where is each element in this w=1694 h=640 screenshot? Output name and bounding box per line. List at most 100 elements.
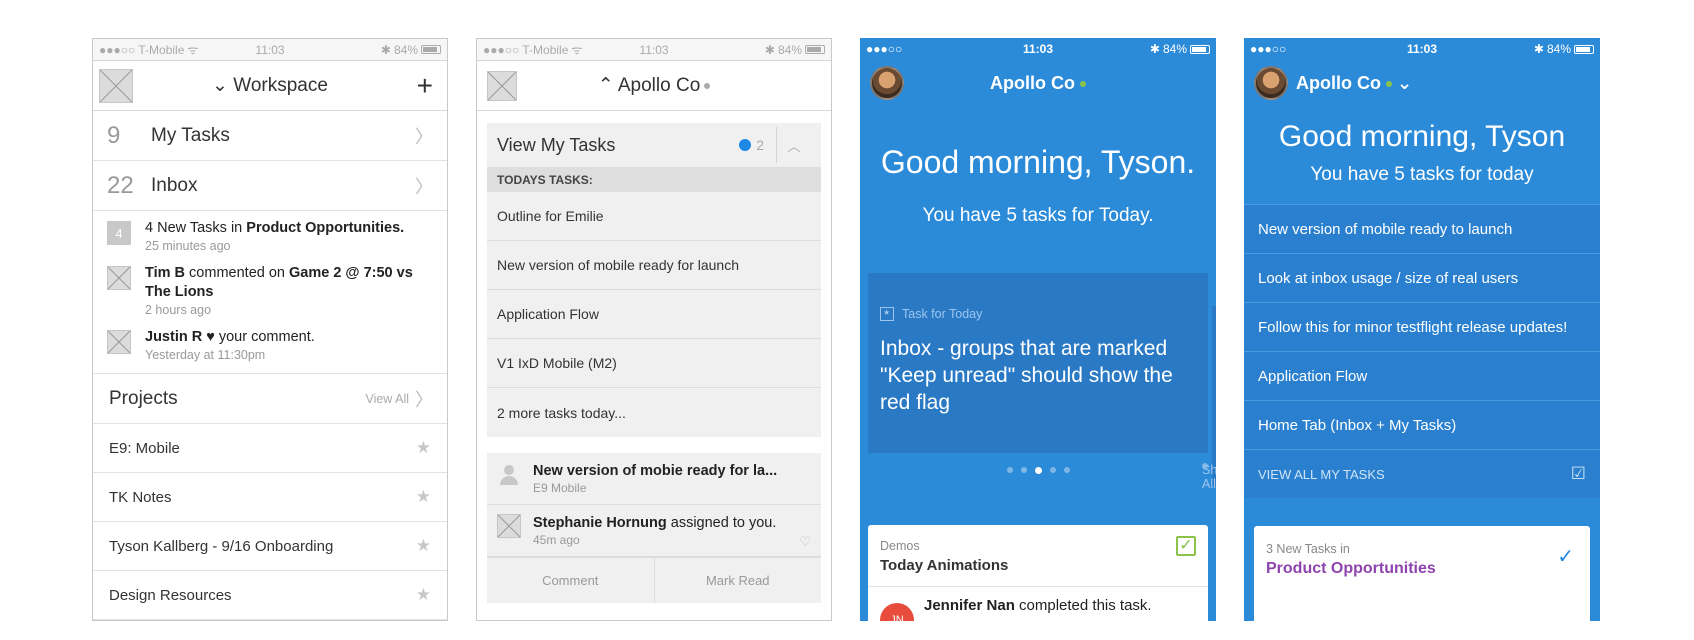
workspace-title[interactable]: Apollo Co bbox=[860, 73, 1216, 94]
task-row[interactable]: New version of mobile ready to launch bbox=[1244, 204, 1600, 253]
add-icon[interactable]: + bbox=[417, 71, 433, 100]
notification-text: assigned to you. bbox=[666, 515, 777, 531]
comment-button[interactable]: Comment bbox=[487, 558, 655, 603]
mark-read-button[interactable]: Mark Read bbox=[655, 558, 822, 603]
nav-title: Apollo Co bbox=[1296, 72, 1381, 93]
view-all-label: VIEW ALL MY TASKS bbox=[1258, 466, 1385, 482]
wifi-icon: ᯤ bbox=[187, 43, 199, 57]
activity-time: 2 hours ago bbox=[145, 303, 212, 317]
task-row[interactable]: V1 IxD Mobile (M2) bbox=[487, 339, 821, 388]
project-row[interactable]: TK Notes ★ bbox=[93, 473, 447, 522]
activity-time: Yesterday at 11:30pm bbox=[145, 348, 266, 362]
activity-text: 4 New Tasks in bbox=[145, 220, 247, 236]
task-count-badge: 4 bbox=[107, 221, 131, 245]
status-dot bbox=[704, 82, 711, 89]
activity-item[interactable]: Justin R ♥ your comment. Yesterday at 11… bbox=[107, 328, 433, 363]
status-bar: ●●●○○ T-Mobile ᯤ 11:03 ✱ 84% bbox=[93, 39, 447, 61]
status-bar: ●●●○○ 11:03 ✱ 84% bbox=[1244, 38, 1600, 60]
notification-item[interactable]: Stephanie Hornung assigned to you. 45m a… bbox=[487, 505, 821, 557]
battery-icon bbox=[805, 45, 825, 54]
project-row[interactable]: E9: Mobile ★ bbox=[93, 424, 447, 473]
task-row[interactable]: Outline for Emilie bbox=[487, 192, 821, 241]
page-dot-active[interactable] bbox=[1034, 466, 1042, 474]
workspace-switcher[interactable]: ⌄ Workspace bbox=[93, 74, 447, 97]
task-carousel-slide[interactable]: Task for Today Inbox - groups that are m… bbox=[868, 273, 1208, 453]
activity-text: commented on bbox=[185, 265, 290, 281]
carrier-label: ●●●○○ T-Mobile bbox=[99, 42, 185, 57]
online-dot bbox=[1079, 80, 1086, 87]
notification-project: E9 Mobile bbox=[533, 481, 587, 495]
bluetooth-icon: ✱ bbox=[1149, 42, 1160, 56]
signal-icon: ●●●○○ bbox=[1250, 42, 1287, 56]
star-icon[interactable]: ★ bbox=[416, 487, 431, 507]
nav-bar: Apollo Co bbox=[860, 60, 1216, 106]
notification-item[interactable]: New version of mobie ready for la... E9 … bbox=[487, 453, 821, 505]
activity-user: Jennifer Nan bbox=[924, 597, 1015, 614]
activity-text: completed this task. bbox=[1014, 597, 1152, 614]
chevron-up-icon: ⌃ bbox=[597, 75, 614, 96]
nav-title: Apollo Co bbox=[990, 72, 1075, 93]
page-dot[interactable] bbox=[1006, 467, 1013, 473]
activity-project: Product Opportunities. bbox=[246, 220, 405, 236]
card-title: View My Tasks bbox=[497, 134, 616, 155]
task-row[interactable]: Follow this for minor testflight release… bbox=[1244, 302, 1600, 351]
activity-card[interactable]: Demos Today Animations ✓ JN Jennifer Nan… bbox=[868, 525, 1208, 621]
inbox-row[interactable]: 22 Inbox 〉 bbox=[93, 161, 447, 211]
signal-icon: ●●●○○ bbox=[866, 42, 903, 56]
task-row[interactable]: Application Flow bbox=[1244, 351, 1600, 400]
star-icon[interactable]: ★ bbox=[416, 536, 431, 556]
nav-bar: ⌄ Workspace + bbox=[93, 61, 447, 111]
project-name: Design Resources bbox=[109, 586, 232, 604]
show-all-link[interactable]: Show All bbox=[1202, 463, 1216, 491]
workspace-switcher[interactable]: Apollo Co ⌄ bbox=[1296, 73, 1412, 94]
page-dot[interactable] bbox=[1063, 467, 1070, 473]
battery-icon bbox=[1574, 44, 1594, 54]
page-dot[interactable] bbox=[1049, 467, 1056, 473]
task-summary: You have 5 tasks for Today. bbox=[922, 205, 1154, 226]
star-icon[interactable]: ★ bbox=[416, 438, 431, 458]
nav-bar: Apollo Co ⌄ bbox=[1244, 60, 1600, 106]
card-title: Today Animations bbox=[880, 557, 1009, 574]
workspace-switcher[interactable]: ⌃ Apollo Co bbox=[477, 74, 831, 97]
new-tasks-card[interactable]: 3 New Tasks in Product Opportunities ✓ bbox=[1254, 526, 1590, 621]
wifi-icon: ᯤ bbox=[571, 43, 583, 57]
battery-percent: 84% bbox=[1546, 42, 1571, 56]
avatar-placeholder bbox=[497, 514, 521, 538]
card-title: Product Opportunities bbox=[1266, 560, 1436, 577]
page-dot[interactable] bbox=[1020, 467, 1027, 473]
collapse-chevron-icon[interactable]: ︿ bbox=[777, 136, 811, 155]
my-tasks-row[interactable]: 9 My Tasks 〉 bbox=[93, 111, 447, 161]
checkbox-checked-icon[interactable]: ✓ bbox=[1176, 536, 1196, 556]
task-row[interactable]: New version of mobile ready for launch bbox=[487, 241, 821, 290]
view-all-link[interactable]: View All bbox=[365, 392, 409, 406]
task-row[interactable]: Home Tab (Inbox + My Tasks) bbox=[1244, 400, 1600, 449]
notification-time: 45m ago bbox=[533, 533, 580, 547]
checklist-icon: ☑ bbox=[1570, 464, 1586, 483]
task-row[interactable]: Look at inbox usage / size of real users bbox=[1244, 253, 1600, 302]
chevron-down-icon: ⌄ bbox=[1397, 72, 1413, 93]
notification-title: New version of mobie ready for la... bbox=[533, 463, 778, 479]
chevron-right-icon[interactable]: 〉 bbox=[415, 386, 433, 412]
project-name: E9: Mobile bbox=[109, 439, 180, 457]
star-icon[interactable]: ★ bbox=[416, 585, 431, 605]
more-tasks-link[interactable]: 2 more tasks today... bbox=[487, 388, 821, 437]
activity-user: Justin R bbox=[145, 329, 203, 345]
avatar[interactable] bbox=[1254, 66, 1288, 100]
greeting: Good morning, Tyson. bbox=[880, 144, 1196, 180]
activity-item[interactable]: 4 4 New Tasks in Product Opportunities. … bbox=[107, 219, 433, 254]
project-row[interactable]: Design Resources ★ bbox=[93, 571, 447, 620]
next-slide-peek[interactable] bbox=[1212, 306, 1216, 486]
project-name: TK Notes bbox=[109, 488, 172, 506]
carousel-dots[interactable]: Show All bbox=[860, 463, 1216, 491]
project-row[interactable]: Tyson Kallberg - 9/16 Onboarding ★ bbox=[93, 522, 447, 571]
notification-user: Stephanie Hornung bbox=[533, 515, 667, 531]
card-project: Demos bbox=[880, 539, 920, 553]
task-row[interactable]: Application Flow bbox=[487, 290, 821, 339]
slide-label: Task for Today bbox=[902, 307, 983, 321]
my-tasks-card-header[interactable]: View My Tasks 2 ︿ bbox=[487, 123, 821, 167]
battery-icon bbox=[421, 45, 441, 54]
activity-item[interactable]: Tim B commented on Game 2 @ 7:50 vs The … bbox=[107, 264, 433, 318]
view-all-tasks-row[interactable]: VIEW ALL MY TASKS ☑ bbox=[1244, 449, 1600, 498]
heart-icon[interactable]: ♡ bbox=[799, 534, 811, 550]
avatar-placeholder bbox=[107, 266, 131, 290]
